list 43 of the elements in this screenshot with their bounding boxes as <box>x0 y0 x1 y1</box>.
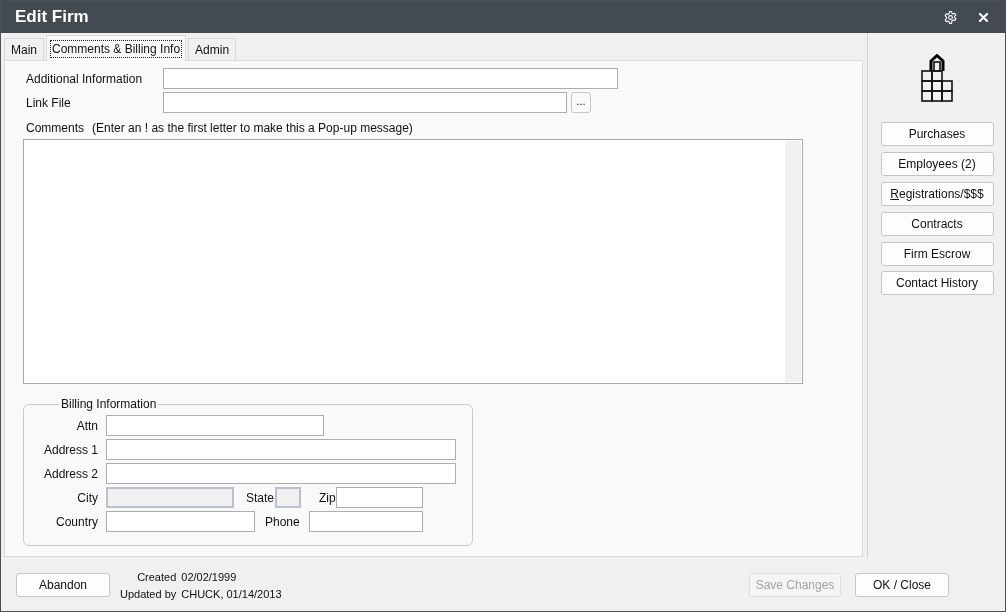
side-button[interactable]: Firm Escrow <box>880 242 994 266</box>
field-label: Phone <box>265 514 300 529</box>
created-label: Created <box>137 570 177 585</box>
field-label: Link File <box>25 95 72 110</box>
text-field[interactable] <box>335 487 423 508</box>
side-button[interactable]: Contracts <box>880 212 994 236</box>
created-date: 02/02/1999 <box>181 570 238 585</box>
billing-title: Billing Information <box>60 397 158 411</box>
side-button[interactable]: Employees (2) <box>880 152 994 176</box>
field-label: Additional Information <box>25 71 144 86</box>
close-icon[interactable] <box>979 12 988 22</box>
field-label: Zip <box>319 490 336 505</box>
browse-button[interactable]: ... <box>571 92 591 113</box>
field-label: Address 1 <box>42 442 98 457</box>
text-field[interactable] <box>106 463 456 484</box>
field-label: State <box>246 490 275 505</box>
building-icon <box>921 54 953 102</box>
side-button[interactable]: Purchases <box>880 122 994 146</box>
field-label: Address 2 <box>42 466 98 481</box>
window-title: Edit Firm <box>15 7 90 27</box>
text-field[interactable] <box>308 511 423 532</box>
tab[interactable]: Main <box>4 38 44 60</box>
side-button[interactable]: Registrations/$$$ <box>880 182 994 206</box>
field-label: Country <box>54 514 98 529</box>
tab[interactable]: Admin <box>188 38 237 60</box>
comments-hint: (Enter an ! as the first letter to make this a Pop-up message) <box>92 121 413 135</box>
text-field[interactable] <box>106 415 324 436</box>
tab[interactable]: Comments & Billing Info <box>46 35 187 61</box>
settings-icon[interactable] <box>944 10 957 24</box>
field-label: City <box>76 490 98 505</box>
field-label: Attn <box>75 418 98 433</box>
abandon-button[interactable]: Abandon <box>16 573 110 597</box>
comments-label: Comments <box>26 121 84 135</box>
footer-button[interactable]: OK / Close <box>855 573 949 597</box>
side-button[interactable]: Contact History <box>880 271 994 295</box>
text-field[interactable] <box>163 68 618 89</box>
text-field[interactable] <box>106 439 456 460</box>
updated-label: Updated by <box>120 587 177 602</box>
text-field[interactable] <box>163 92 567 113</box>
text-field[interactable] <box>106 511 255 532</box>
updated-info: CHUCK, 01/14/2013 <box>181 587 282 602</box>
scrollbar-track[interactable] <box>785 141 801 382</box>
comments-field[interactable] <box>23 139 803 384</box>
